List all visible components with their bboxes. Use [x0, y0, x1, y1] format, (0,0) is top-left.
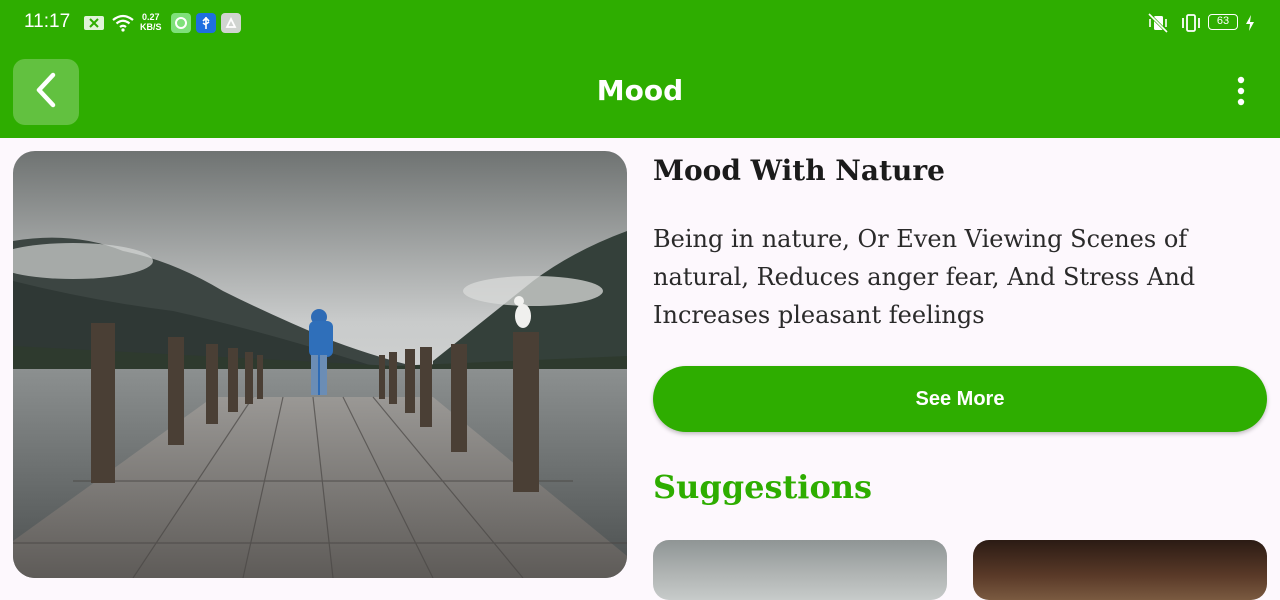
wifi-icon	[111, 13, 135, 32]
more-vertical-icon	[1236, 76, 1246, 110]
usb-icon	[196, 12, 216, 33]
status-time: 11:17	[24, 11, 71, 32]
mood-heading: Mood With Nature	[653, 154, 945, 187]
network-speed-value: 0.27	[141, 12, 160, 22]
network-speed-unit: KB/S	[140, 22, 162, 32]
overflow-menu-button[interactable]	[1224, 74, 1258, 112]
battery-icon: 63	[1208, 14, 1238, 30]
app-icon-1	[171, 12, 191, 33]
vibrate-off-icon	[1146, 12, 1170, 34]
page-title: Mood	[596, 74, 684, 107]
suggestions-heading: Suggestions	[653, 468, 873, 506]
notification-x-icon	[83, 13, 105, 32]
suggestion-card[interactable]	[973, 540, 1267, 600]
suggestion-card[interactable]	[653, 540, 947, 600]
vibrate-icon	[1179, 12, 1203, 34]
network-speed: 0.27 KB/S	[140, 12, 162, 32]
mood-description: Being in nature, Or Even Viewing Scenes …	[653, 225, 1196, 329]
see-more-button[interactable]: See More	[653, 366, 1267, 432]
app-bar: Mood	[0, 46, 1280, 138]
hero-image	[13, 151, 627, 578]
charging-icon	[1244, 12, 1256, 34]
drive-icon	[221, 12, 241, 33]
status-bar: 11:17 0.27 KB/S 63	[0, 0, 1280, 46]
